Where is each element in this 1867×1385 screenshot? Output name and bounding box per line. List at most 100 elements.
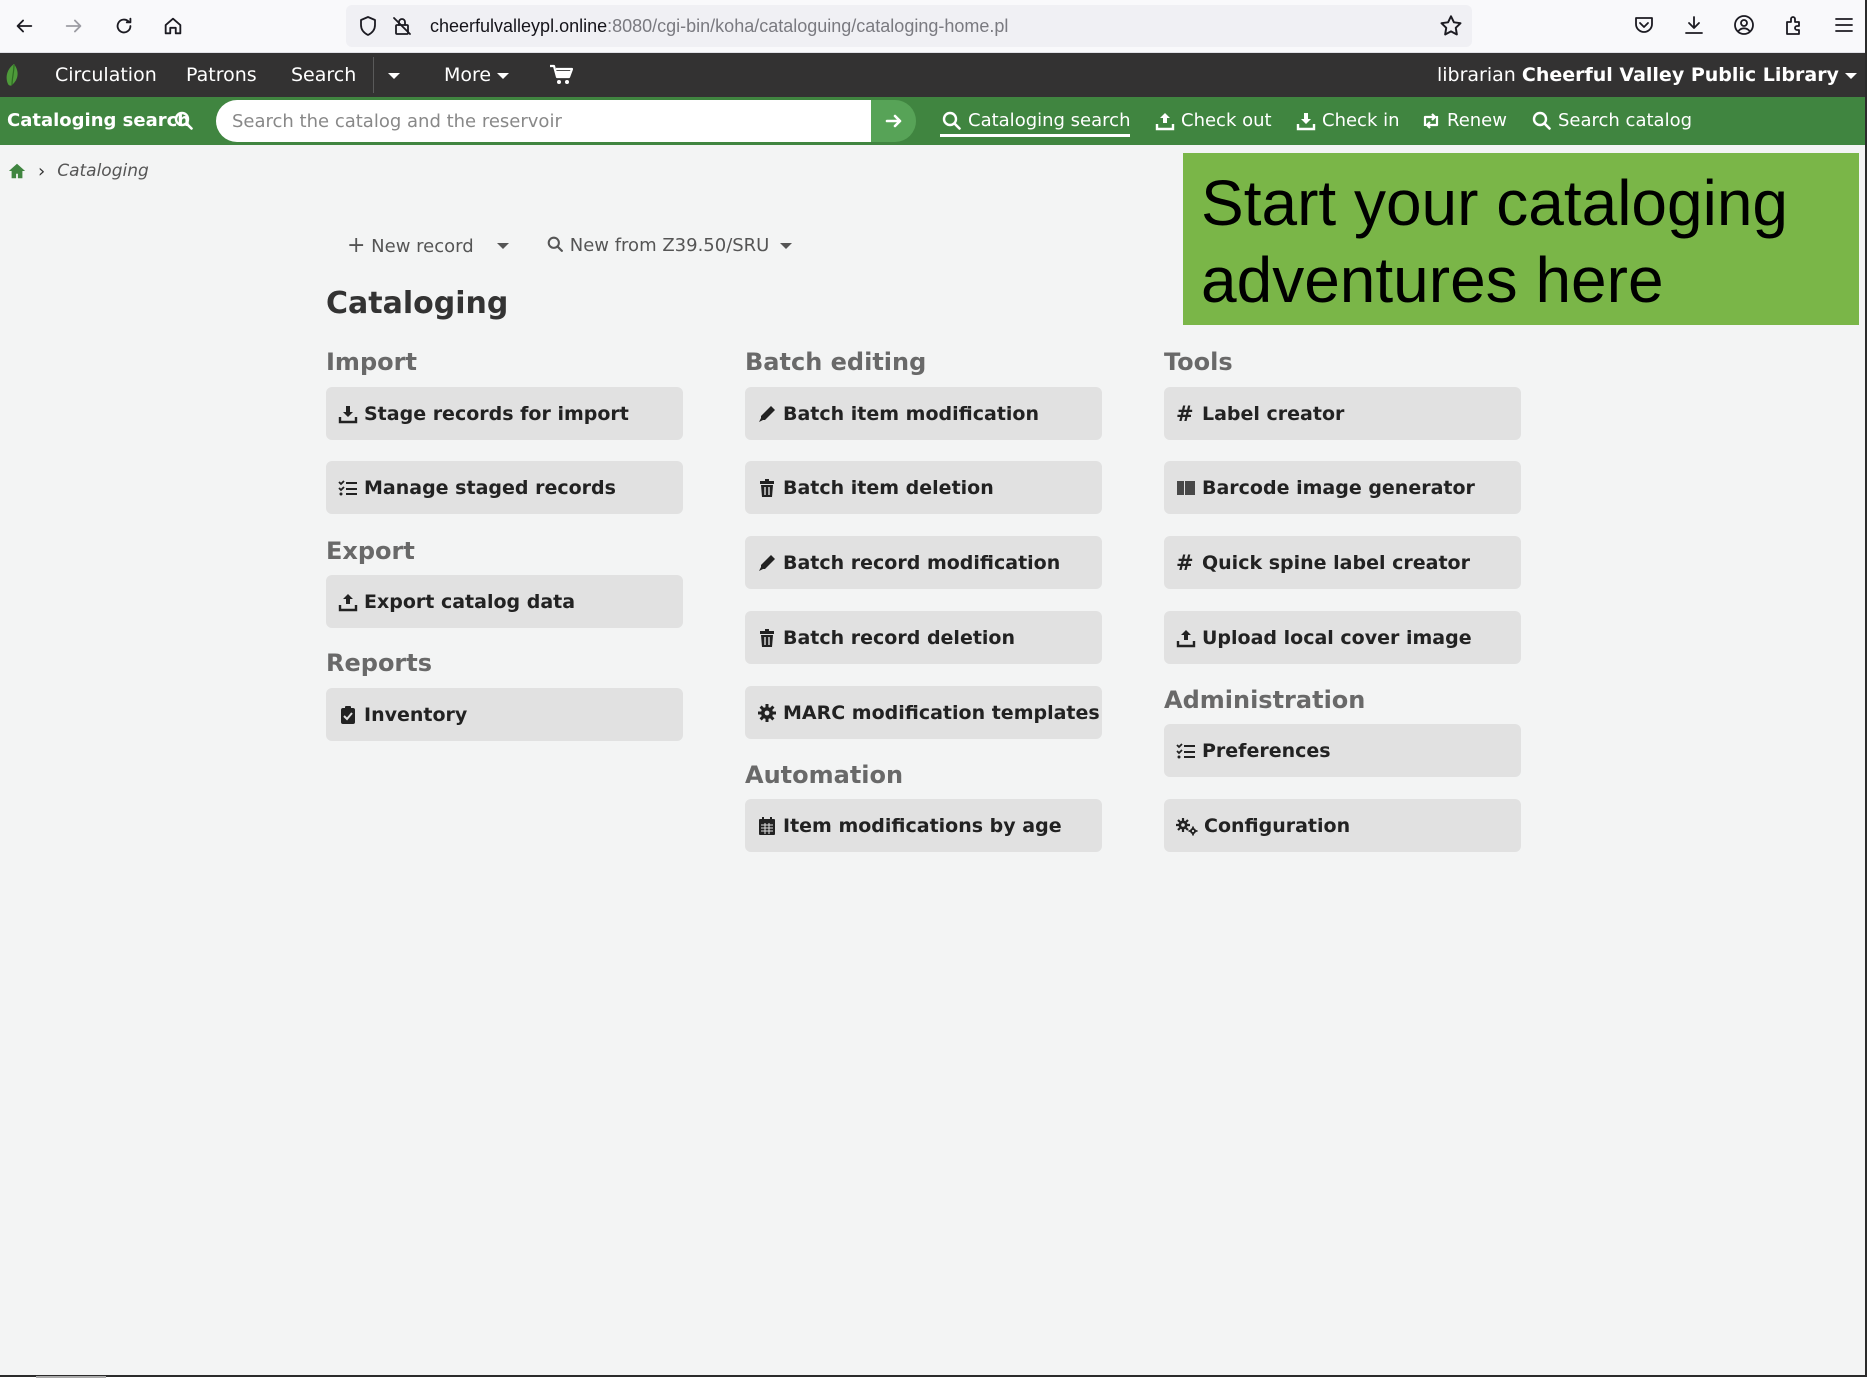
- search-icon: [547, 236, 563, 252]
- extensions-icon[interactable]: [1779, 10, 1809, 40]
- trash-icon: [760, 478, 774, 497]
- browser-toolbar: cheerfulvalleypl.online:8080/cgi-bin/koh…: [0, 0, 1867, 53]
- section-export-title: Export: [326, 537, 415, 565]
- download-icon: [1296, 113, 1316, 131]
- pencil-icon: [759, 554, 775, 571]
- manage-staged-records-label: Manage staged records: [364, 476, 616, 499]
- scrollbar-thumb[interactable]: [36, 1376, 106, 1378]
- nav-search[interactable]: Search: [291, 53, 356, 97]
- breadcrumb-current: Cataloging: [57, 161, 149, 181]
- gear-icon: [758, 703, 776, 722]
- koha-logo-icon[interactable]: [4, 63, 24, 87]
- hashtag-icon: #: [1176, 401, 1194, 426]
- tutorial-callout-text: Start your cataloging adventures here: [1201, 167, 1788, 316]
- tab-check-in[interactable]: Check in: [1294, 97, 1400, 145]
- marc-modification-templates-button[interactable]: MARC modification templates: [745, 686, 1102, 739]
- gears-icon: [1176, 817, 1198, 835]
- section-administration-title: Administration: [1164, 686, 1366, 714]
- clipboard-check-icon: [341, 705, 355, 724]
- batch-record-modification-button[interactable]: Batch record modification: [745, 536, 1102, 589]
- manage-staged-records-button[interactable]: Manage staged records: [326, 461, 683, 514]
- menu-icon[interactable]: [1829, 10, 1859, 40]
- shield-icon[interactable]: [356, 14, 380, 38]
- batch-item-deletion-label: Batch item deletion: [783, 476, 994, 499]
- star-icon[interactable]: [1438, 13, 1464, 39]
- reload-icon[interactable]: [106, 8, 142, 44]
- nav-circulation[interactable]: Circulation: [55, 53, 157, 97]
- search-submit-button[interactable]: [871, 100, 916, 142]
- search-type-selector[interactable]: Cataloging search: [7, 97, 190, 145]
- label-creator-label: Label creator: [1202, 402, 1345, 425]
- home-icon[interactable]: [8, 162, 26, 180]
- batch-record-deletion-button[interactable]: Batch record deletion: [745, 611, 1102, 664]
- retweet-icon: [1423, 113, 1439, 129]
- inventory-button[interactable]: Inventory: [326, 688, 683, 741]
- stage-records-label: Stage records for import: [364, 402, 629, 425]
- catalog-search-input[interactable]: [216, 100, 871, 142]
- insecure-lock-icon[interactable]: [390, 14, 414, 38]
- item-modifications-by-age-label: Item modifications by age: [783, 814, 1062, 837]
- new-from-z3950-dropdown[interactable]: [780, 243, 792, 249]
- download-icon: [338, 405, 358, 423]
- nav-search-dropdown[interactable]: [388, 53, 400, 97]
- configuration-button[interactable]: Configuration: [1164, 799, 1521, 852]
- account-icon[interactable]: [1729, 10, 1759, 40]
- search-header: Cataloging search Cataloging search Chec…: [0, 97, 1867, 145]
- chevron-down-icon: [1845, 72, 1857, 79]
- cart-icon[interactable]: [549, 64, 573, 86]
- calendar-icon: [759, 816, 775, 835]
- tab-check-out[interactable]: Check out: [1153, 97, 1272, 145]
- nav-more-label: More: [444, 64, 492, 86]
- batch-item-modification-button[interactable]: Batch item modification: [745, 387, 1102, 440]
- label-creator-button[interactable]: # Label creator: [1164, 387, 1521, 440]
- barcode-image-generator-button[interactable]: Barcode image generator: [1164, 461, 1521, 514]
- upload-icon: [1176, 629, 1196, 647]
- new-from-z3950-label: New from Z39.50/SRU: [569, 235, 770, 256]
- url-bar[interactable]: cheerfulvalleypl.online:8080/cgi-bin/koh…: [346, 5, 1472, 47]
- inventory-label: Inventory: [364, 703, 468, 726]
- new-record-button[interactable]: + New record: [347, 230, 474, 262]
- forward-icon[interactable]: [56, 8, 92, 44]
- batch-item-modification-label: Batch item modification: [783, 402, 1039, 425]
- item-modifications-by-age-button[interactable]: Item modifications by age: [745, 799, 1102, 852]
- tutorial-callout: Start your cataloging adventures here: [1183, 153, 1859, 325]
- url-text[interactable]: cheerfulvalleypl.online:8080/cgi-bin/koh…: [430, 5, 1008, 47]
- home-icon[interactable]: [155, 8, 191, 44]
- tab-search-catalog-label: Search catalog: [1558, 110, 1693, 131]
- section-tools-title: Tools: [1164, 348, 1233, 376]
- arrow-right-icon: [885, 114, 901, 128]
- batch-item-deletion-button[interactable]: Batch item deletion: [745, 461, 1102, 514]
- horizontal-scrollbar[interactable]: [0, 1375, 1867, 1385]
- tab-cataloging-search-label: Cataloging search: [968, 110, 1131, 131]
- search-icon[interactable]: [174, 111, 194, 131]
- export-catalog-data-button[interactable]: Export catalog data: [326, 575, 683, 628]
- chevron-right-icon: ›: [38, 160, 46, 182]
- user-menu[interactable]: librarian Cheerful Valley Public Library: [1437, 53, 1857, 97]
- tab-renew[interactable]: Renew: [1419, 97, 1507, 145]
- barcode-image-generator-label: Barcode image generator: [1202, 476, 1475, 499]
- preferences-button[interactable]: Preferences: [1164, 724, 1521, 777]
- pocket-icon[interactable]: [1629, 10, 1659, 40]
- chevron-down-icon: [388, 72, 400, 79]
- back-icon[interactable]: [6, 8, 42, 44]
- new-from-z3950-button[interactable]: New from Z39.50/SRU: [547, 230, 769, 262]
- new-record-label: New record: [371, 236, 474, 257]
- top-navbar: Circulation Patrons Search More libraria…: [0, 53, 1867, 97]
- quick-spine-label-creator-button[interactable]: # Quick spine label creator: [1164, 536, 1521, 589]
- upload-local-cover-image-label: Upload local cover image: [1202, 626, 1472, 649]
- quick-spine-label-creator-label: Quick spine label creator: [1202, 551, 1470, 574]
- nav-patrons[interactable]: Patrons: [186, 53, 257, 97]
- new-record-dropdown[interactable]: [497, 243, 509, 249]
- stage-records-button[interactable]: Stage records for import: [326, 387, 683, 440]
- tab-search-catalog[interactable]: Search catalog: [1530, 97, 1692, 145]
- list-check-icon: [338, 479, 357, 495]
- library-name: Cheerful Valley Public Library: [1521, 64, 1839, 86]
- tab-check-out-label: Check out: [1181, 110, 1272, 131]
- upload-local-cover-image-button[interactable]: Upload local cover image: [1164, 611, 1521, 664]
- tab-cataloging-search[interactable]: Cataloging search: [940, 97, 1131, 137]
- pencil-icon: [759, 405, 775, 422]
- breadcrumb: › Cataloging: [8, 160, 149, 182]
- download-icon[interactable]: [1679, 10, 1709, 40]
- upload-icon: [1155, 113, 1175, 131]
- nav-more[interactable]: More: [444, 53, 510, 97]
